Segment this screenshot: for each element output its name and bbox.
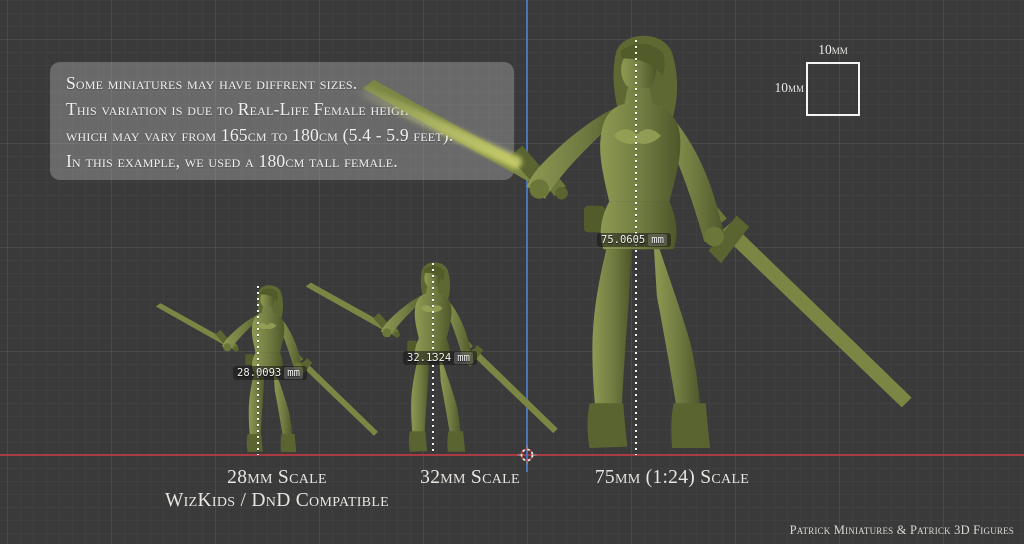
- measure-line-75mm: [635, 40, 637, 455]
- watermark-text: Patrick Miniatures & Patrick 3D Figures: [790, 523, 1014, 538]
- scale-caption-compat: WizKids / DnD Compatible: [157, 490, 397, 512]
- measurement-unit: mm: [454, 352, 473, 364]
- scale-caption-75mm: 75mm (1:24) Scale: [562, 467, 782, 489]
- scale-caption-32mm: 32mm Scale: [370, 467, 570, 489]
- measurement-unit: mm: [284, 367, 303, 379]
- scale-caption-28mm: 28mm Scale WizKids / DnD Compatible: [157, 467, 397, 512]
- measurement-value: 75.0605: [601, 234, 645, 246]
- scale-caption-title: 28mm Scale: [227, 467, 327, 488]
- measurement-value: 32.1324: [407, 352, 451, 364]
- measurement-label-32mm: 32.1324mm: [403, 351, 477, 365]
- measurement-unit: mm: [648, 234, 667, 246]
- measurement-label-28mm: 28.0093mm: [233, 366, 307, 380]
- measurement-label-75mm: 75.0605mm: [597, 233, 671, 247]
- measurement-value: 28.0093: [237, 367, 281, 379]
